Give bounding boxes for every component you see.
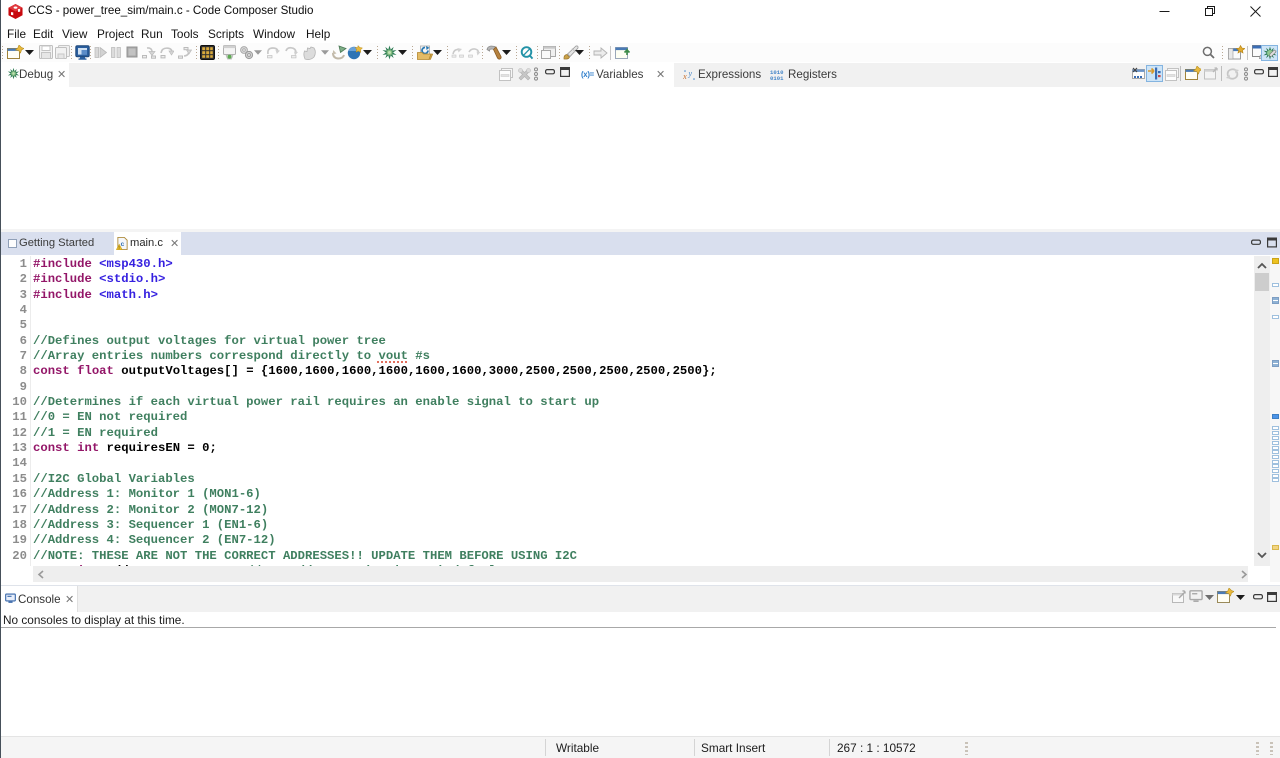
svg-text:y: y bbox=[688, 69, 693, 78]
svg-text:c: c bbox=[121, 241, 125, 248]
svg-text:!: ! bbox=[118, 245, 119, 250]
svg-text:x: x bbox=[683, 71, 687, 81]
svg-text:0101: 0101 bbox=[770, 75, 784, 81]
